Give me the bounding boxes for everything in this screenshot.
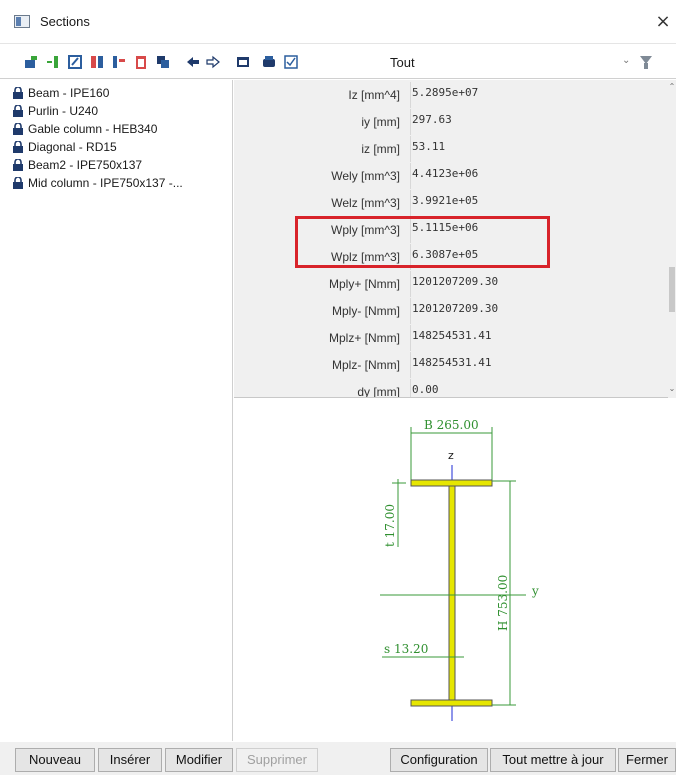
section-label: Gable column - HEB340 xyxy=(28,122,158,136)
section-label: Mid column - IPE750x137 -... xyxy=(28,174,183,192)
property-row: Mplz+ [Nmm] 148254531.41 xyxy=(234,325,664,351)
lock-icon xyxy=(13,105,23,117)
web-label: s 13.20 xyxy=(384,642,428,656)
close-button[interactable]: × xyxy=(650,10,676,34)
property-row: dy [mm] 0.00 xyxy=(234,379,664,398)
top-flange xyxy=(410,479,493,487)
property-value[interactable]: 3.9921e+05 xyxy=(410,190,664,216)
property-row: iy [mm] 297.63 xyxy=(234,109,664,135)
property-name: Iz [mm^4] xyxy=(348,88,400,102)
property-name: Mplz+ [Nmm] xyxy=(328,331,400,345)
supprimer-button[interactable]: Supprimer xyxy=(236,748,318,772)
property-row: iz [mm] 53.11 xyxy=(234,136,664,162)
edit-icon[interactable] xyxy=(68,55,82,69)
insert-icon[interactable] xyxy=(46,55,60,69)
section-label: Beam - IPE160 xyxy=(28,86,110,100)
lock-icon xyxy=(13,123,23,135)
toolbar: Tout ⌄ xyxy=(0,45,676,79)
section-preview: B 265.00 z t 17.00 H 753.00 y s 13.20 xyxy=(234,399,676,741)
property-row: Mplz- [Nmm] 148254531.41 xyxy=(234,352,664,378)
property-value[interactable]: 148254531.41 xyxy=(410,325,664,351)
property-name: iy [mm] xyxy=(361,115,400,129)
section-label: Diagonal - RD15 xyxy=(28,140,117,154)
property-value[interactable]: 1201207209.30 xyxy=(410,298,664,324)
z-axis-label: z xyxy=(448,449,454,462)
property-value[interactable]: 0.00 xyxy=(410,379,664,397)
lock-icon xyxy=(13,177,23,189)
chevron-down-icon[interactable]: ⌄ xyxy=(622,55,630,66)
properties-icon[interactable] xyxy=(90,55,104,69)
window-icon xyxy=(14,15,30,28)
section-label: Purlin - U240 xyxy=(28,104,99,118)
list-item[interactable]: Beam - IPE160 xyxy=(12,84,232,102)
list-item-selected[interactable]: Mid column - IPE750x137 -... xyxy=(12,174,232,192)
property-name: Mply- [Nmm] xyxy=(332,304,400,318)
property-row: Iz [mm^4] 5.2895e+07 xyxy=(234,82,664,108)
property-name: Mplz- [Nmm] xyxy=(332,358,400,372)
sections-list: Beam - IPE160 Purlin - U240 Gable column… xyxy=(8,80,233,741)
nouveau-button[interactable]: Nouveau xyxy=(15,748,95,772)
button-bar: Nouveau Insérer Modifier Supprimer Confi… xyxy=(0,742,676,775)
property-row: Wely [mm^3] 4.4123e+06 xyxy=(234,163,664,189)
list-item[interactable]: Gable column - HEB340 xyxy=(12,120,232,138)
property-value[interactable]: 5.2895e+07 xyxy=(410,82,664,108)
check-icon[interactable] xyxy=(284,55,298,69)
lock-icon xyxy=(13,159,23,171)
property-row: Mply+ [Nmm] 1201207209.30 xyxy=(234,271,664,297)
redo-icon[interactable] xyxy=(206,55,220,69)
filter-select[interactable]: Tout xyxy=(390,55,415,70)
list-item[interactable]: Diagonal - RD15 xyxy=(12,138,232,156)
modifier-button[interactable]: Modifier xyxy=(165,748,233,772)
width-label: B 265.00 xyxy=(424,418,479,432)
list-item[interactable]: Purlin - U240 xyxy=(12,102,232,120)
scroll-down-icon[interactable]: ⌄ xyxy=(668,384,676,394)
table-icon[interactable] xyxy=(236,55,250,69)
print-icon[interactable] xyxy=(262,55,276,69)
height-label: H 753.00 xyxy=(496,575,510,631)
update-all-button[interactable]: Tout mettre à jour xyxy=(490,748,616,772)
vertical-scrollbar[interactable]: ⌃ ⌄ xyxy=(668,80,676,398)
copy-icon[interactable] xyxy=(156,55,170,69)
property-row: Mply- [Nmm] 1201207209.30 xyxy=(234,298,664,324)
delete-icon[interactable] xyxy=(134,55,148,69)
property-value[interactable]: 148254531.41 xyxy=(410,352,664,378)
window-title: Sections xyxy=(40,14,90,29)
property-name: iz [mm] xyxy=(361,142,400,156)
property-name: dy [mm] xyxy=(357,385,400,398)
scroll-up-icon[interactable]: ⌃ xyxy=(668,82,676,92)
property-name: Mply+ [Nmm] xyxy=(328,277,400,291)
property-name: Welz [mm^3] xyxy=(331,196,400,210)
property-value[interactable]: 1201207209.30 xyxy=(410,271,664,297)
split-icon[interactable] xyxy=(112,55,126,69)
y-axis-label: y xyxy=(531,584,539,598)
property-name: Wely [mm^3] xyxy=(331,169,400,183)
property-value[interactable]: 53.11 xyxy=(410,136,664,162)
bottom-flange xyxy=(410,699,493,707)
section-label: Beam2 - IPE750x137 xyxy=(28,158,143,172)
lock-icon xyxy=(13,141,23,153)
inserer-button[interactable]: Insérer xyxy=(98,748,162,772)
fermer-button[interactable]: Fermer xyxy=(618,748,676,772)
property-value[interactable]: 4.4123e+06 xyxy=(410,163,664,189)
highlight-box xyxy=(295,216,550,268)
undo-icon[interactable] xyxy=(186,55,200,69)
property-row: Welz [mm^3] 3.9921e+05 xyxy=(234,190,664,216)
scroll-thumb[interactable] xyxy=(669,267,675,312)
section-drawing: B 265.00 z t 17.00 H 753.00 y s 13.20 xyxy=(380,418,539,721)
new-section-icon[interactable] xyxy=(24,55,38,69)
web xyxy=(448,485,456,701)
flange-label: t 17.00 xyxy=(383,504,397,547)
list-item[interactable]: Beam2 - IPE750x137 xyxy=(12,156,232,174)
lock-icon xyxy=(13,87,23,99)
configuration-button[interactable]: Configuration xyxy=(390,748,488,772)
title-bar: Sections × xyxy=(0,0,676,44)
property-value[interactable]: 297.63 xyxy=(410,109,664,135)
filter-icon[interactable] xyxy=(640,56,652,69)
